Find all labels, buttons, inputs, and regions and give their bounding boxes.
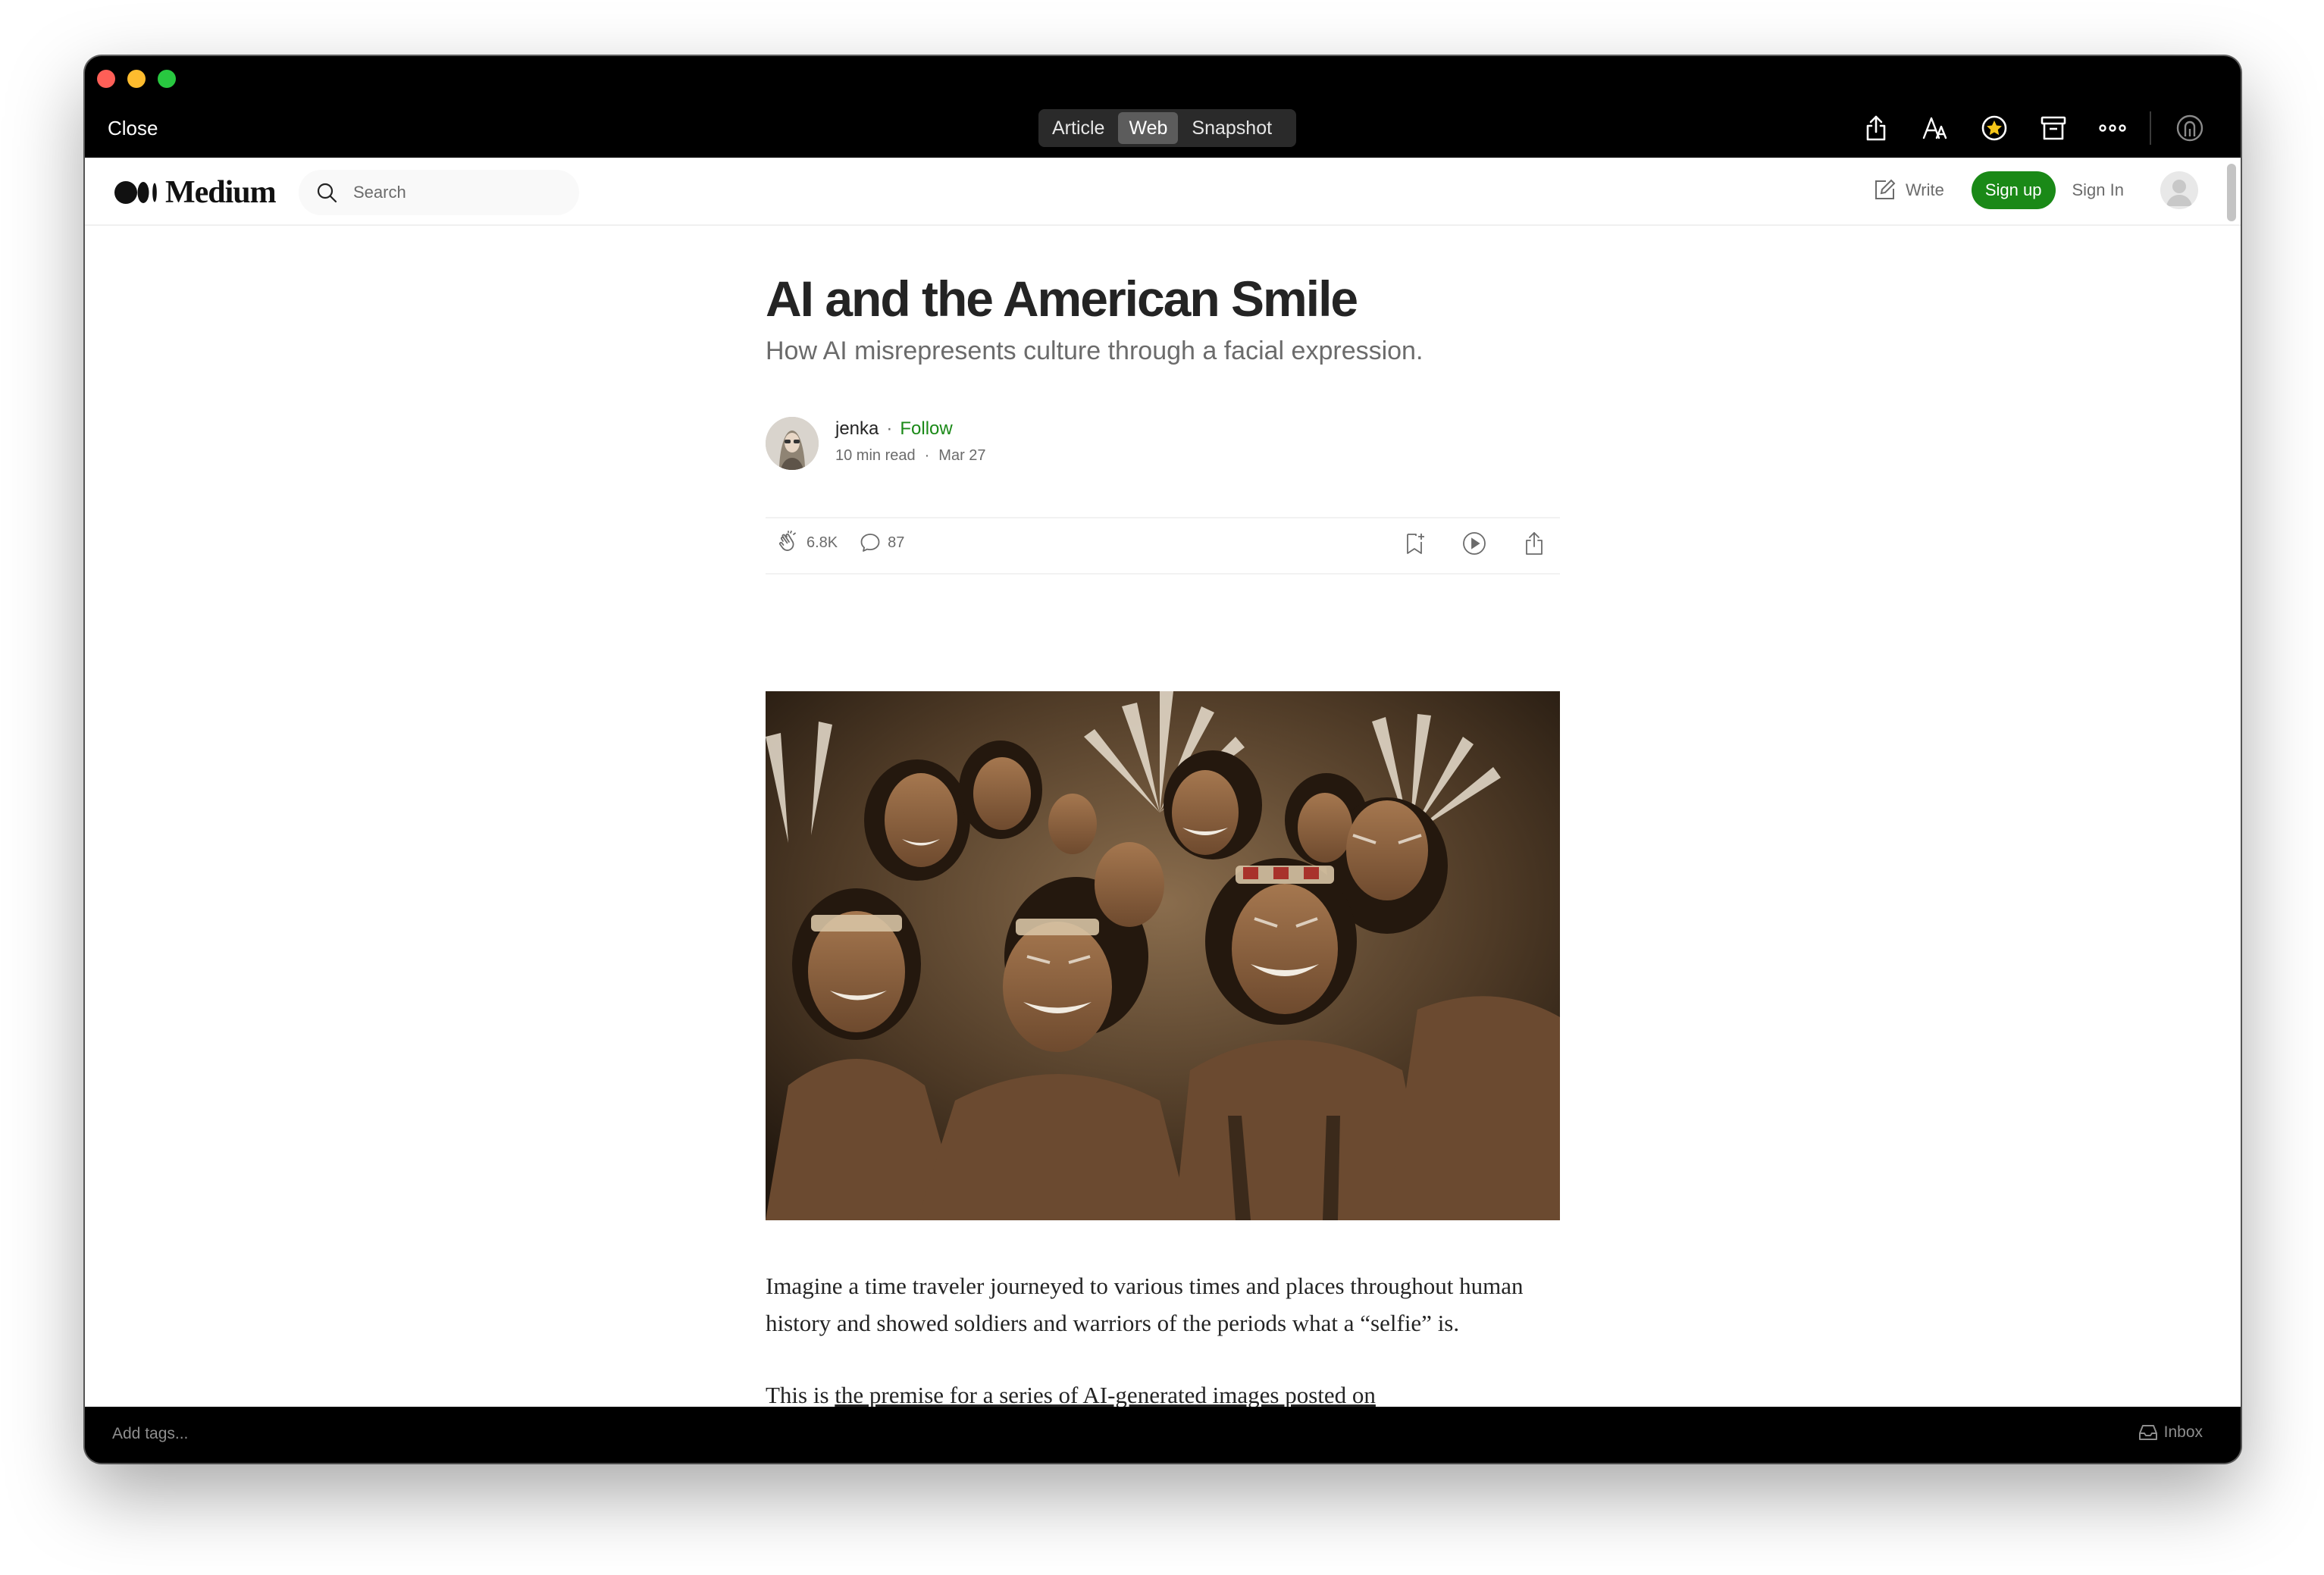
bottom-bar: Add tags... Inbox bbox=[85, 1407, 2241, 1463]
mode-article[interactable]: Article bbox=[1041, 112, 1115, 144]
separator-dot: · bbox=[924, 447, 930, 464]
article-subtitle: How AI misrepresents culture through a f… bbox=[766, 337, 1424, 365]
article-meta: 10 min read · Mar 27 bbox=[835, 447, 986, 465]
mode-snapshot[interactable]: Snapshot bbox=[1181, 112, 1283, 144]
header-actions: Write Sign up Sign In bbox=[1872, 171, 2198, 209]
paragraph-text: This is bbox=[766, 1382, 835, 1407]
archive-icon[interactable] bbox=[2033, 108, 2074, 149]
text-size-icon[interactable] bbox=[1915, 108, 1956, 149]
zoom-window-button[interactable] bbox=[158, 70, 176, 88]
close-button[interactable]: Close bbox=[108, 117, 158, 140]
share-icon[interactable] bbox=[1856, 108, 1896, 149]
author-name[interactable]: jenka bbox=[835, 418, 879, 440]
toolbar-separator bbox=[2150, 111, 2151, 145]
more-icon[interactable] bbox=[2092, 108, 2133, 149]
logo-text: Medium bbox=[165, 175, 277, 210]
share-article-icon[interactable] bbox=[1522, 531, 1546, 556]
write-label: Write bbox=[1905, 180, 1944, 199]
inbox-button[interactable]: Inbox bbox=[2138, 1423, 2203, 1442]
sign-in-link[interactable]: Sign In bbox=[2072, 180, 2125, 200]
inbox-icon bbox=[2138, 1425, 2157, 1440]
author-avatar[interactable] bbox=[766, 417, 819, 470]
responses-button[interactable]: 87 bbox=[859, 531, 904, 554]
star-badge-icon[interactable] bbox=[1974, 108, 2015, 149]
add-tags-input[interactable]: Add tags... bbox=[112, 1425, 188, 1443]
close-window-button[interactable] bbox=[97, 70, 115, 88]
follow-button[interactable]: Follow bbox=[900, 418, 952, 440]
medium-logo[interactable]: Medium bbox=[114, 174, 277, 211]
inbox-label: Inbox bbox=[2163, 1423, 2203, 1441]
publish-date: Mar 27 bbox=[938, 447, 986, 464]
read-time: 10 min read bbox=[835, 447, 916, 464]
avatar[interactable] bbox=[2160, 171, 2198, 209]
play-icon[interactable] bbox=[1461, 531, 1487, 556]
view-mode-selector: Article Web Snapshot bbox=[1038, 109, 1296, 147]
author-line: jenka · Follow bbox=[835, 418, 953, 440]
write-icon bbox=[1875, 179, 1896, 199]
medium-header: Medium Search Write Sign up Sign In bbox=[85, 158, 2241, 226]
hero-image bbox=[766, 691, 1560, 1220]
sign-up-button[interactable]: Sign up bbox=[1971, 171, 2056, 209]
article-body: Imagine a time traveler journeyed to var… bbox=[766, 1267, 1560, 1407]
search-input[interactable]: Search bbox=[299, 170, 579, 215]
minimize-window-button[interactable] bbox=[127, 70, 146, 88]
search-placeholder: Search bbox=[353, 183, 406, 202]
write-button[interactable]: Write bbox=[1872, 178, 1944, 202]
app-window: Close Article Web Snapshot Medium Search… bbox=[85, 56, 2241, 1463]
clap-count: 6.8K bbox=[807, 534, 838, 551]
account-icon[interactable] bbox=[2169, 108, 2210, 149]
clap-button[interactable]: 6.8K bbox=[776, 531, 838, 555]
article-actions: 6.8K 87 bbox=[766, 517, 1560, 575]
paragraph: This is the premise for a series of AI-g… bbox=[766, 1376, 1560, 1407]
clap-icon bbox=[778, 531, 796, 551]
paragraph: Imagine a time traveler journeyed to var… bbox=[766, 1273, 1524, 1336]
mode-web[interactable]: Web bbox=[1118, 112, 1179, 144]
article-title: AI and the American Smile bbox=[766, 271, 1358, 327]
separator-dot: · bbox=[886, 418, 893, 439]
search-icon bbox=[317, 183, 337, 203]
premise-link[interactable]: the premise for a series of AI-generated… bbox=[835, 1382, 1376, 1407]
response-count: 87 bbox=[888, 534, 905, 551]
web-page: Medium Search Write Sign up Sign In AI a… bbox=[85, 158, 2241, 1407]
bookmark-icon[interactable] bbox=[1402, 531, 1427, 556]
toolbar-icons bbox=[1837, 108, 2210, 149]
comment-icon bbox=[860, 534, 880, 552]
window-controls bbox=[97, 70, 176, 88]
